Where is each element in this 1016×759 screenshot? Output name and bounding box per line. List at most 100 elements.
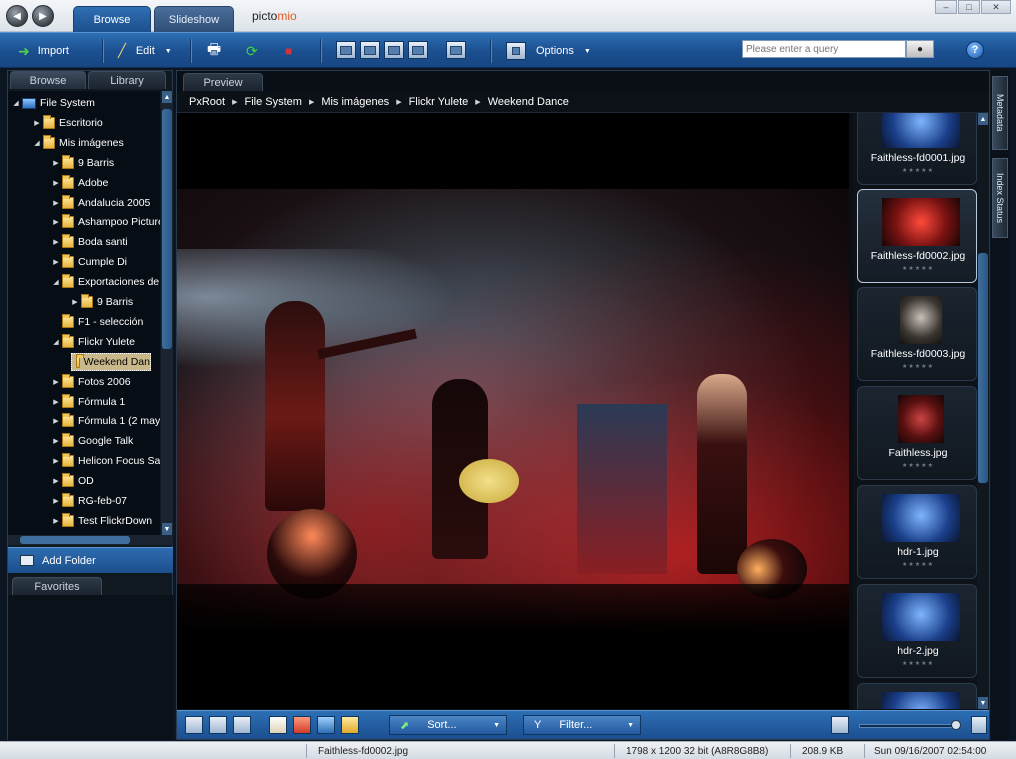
breadcrumb-item[interactable]: Mis imágenes (321, 96, 389, 108)
tree-item[interactable]: ▶ Test FlickrDown (52, 512, 152, 530)
tree-horizontal-scrollbar[interactable] (8, 535, 173, 545)
brush-icon[interactable] (317, 716, 335, 734)
expanded-arrow-icon[interactable]: ◢ (52, 338, 60, 346)
tree-item[interactable]: ▶ Google Talk (52, 432, 133, 450)
filter-dropdown[interactable]: Y Filter... ▼ (523, 715, 641, 735)
collapsed-arrow-icon[interactable]: ▶ (52, 238, 60, 246)
tree-item[interactable]: ▶ RG-feb-07 (52, 492, 127, 510)
tab-favorites[interactable]: Favorites (12, 577, 102, 595)
tab-browse[interactable]: Browse (73, 6, 151, 32)
person-tag-icon[interactable] (293, 716, 311, 734)
collapsed-arrow-icon[interactable]: ▶ (52, 199, 60, 207)
collapsed-arrow-icon[interactable]: ▶ (52, 218, 60, 226)
thumbnail-card[interactable]: hdr-2.jpg ★★★★★ (857, 584, 977, 678)
tree-item[interactable]: ▶ Escritorio (33, 114, 103, 132)
collapsed-arrow-icon[interactable]: ▶ (52, 517, 60, 525)
breadcrumb-item[interactable]: Weekend Dance (488, 96, 569, 108)
breadcrumb-item[interactable]: File System (244, 96, 301, 108)
help-icon[interactable]: ? (966, 41, 984, 59)
zoom-slider-handle[interactable] (951, 720, 961, 730)
tree-item[interactable]: ▶ Andalucia 2005 (52, 194, 150, 212)
maximize-button[interactable]: □ (958, 0, 980, 14)
collapsed-arrow-icon[interactable]: ▶ (52, 477, 60, 485)
collapsed-arrow-icon[interactable]: ▶ (52, 258, 60, 266)
collapsed-arrow-icon[interactable]: ▶ (52, 398, 60, 406)
thumbnail-card[interactable]: Faithless-fd0002.jpg ★★★★★ (857, 189, 977, 283)
photo-viewer[interactable] (177, 113, 849, 709)
tree-item[interactable]: ▶ Cumple Di (52, 253, 127, 271)
collapsed-arrow-icon[interactable]: ▶ (52, 457, 60, 465)
search-input[interactable] (742, 40, 906, 58)
collapsed-arrow-icon[interactable]: ▶ (52, 378, 60, 386)
forward-icon[interactable]: ▶ (32, 5, 54, 27)
tree-item[interactable]: ◢ File System (12, 94, 95, 112)
tree-item[interactable]: ◢ Flickr Yulete (52, 333, 135, 351)
view-large-icon[interactable] (233, 716, 251, 734)
import-button[interactable]: ➜ Import (18, 39, 69, 63)
tree-item[interactable]: ▶ Helicon Focus Sa (52, 452, 160, 470)
tab-browse-panel[interactable]: Browse (10, 71, 86, 89)
thumbnail-card[interactable]: Faithless-fd0003.jpg ★★★★★ (857, 287, 977, 381)
thumbnail-card[interactable]: Faithless.jpg ★★★★★ (857, 386, 977, 480)
view-filmstrip-icon[interactable] (408, 41, 428, 59)
tree-item[interactable]: ▶ Ashampoo Picture (52, 213, 160, 231)
tree-item[interactable]: ▶ Fotos 2006 (52, 373, 131, 391)
rating-stars-icon[interactable]: ★★★★★ (858, 462, 977, 469)
collapsed-arrow-icon[interactable]: ▶ (52, 497, 60, 505)
tree-scrollbar[interactable]: ▲ ▼ (161, 91, 173, 535)
close-button[interactable]: ✕ (981, 0, 1011, 14)
filmstrip-scrollbar[interactable]: ▲ ▼ (977, 113, 989, 709)
view-medium-icon[interactable] (209, 716, 227, 734)
minimize-button[interactable]: – (935, 0, 957, 14)
add-folder-button[interactable]: Add Folder (8, 547, 173, 573)
crop-icon[interactable] (341, 716, 359, 734)
tab-preview[interactable]: Preview (183, 73, 263, 91)
thumbnail-card[interactable]: hdr-1.jpg ★★★★★ (857, 485, 977, 579)
breadcrumb-item[interactable]: PxRoot (189, 96, 225, 108)
collapsed-arrow-icon[interactable]: ▶ (52, 179, 60, 187)
tree-item[interactable]: ▶ Adobe (52, 174, 108, 192)
tree-item[interactable]: F1 - selección (52, 313, 143, 331)
rating-stars-icon[interactable]: ★★★★★ (858, 363, 977, 370)
collapsed-arrow-icon[interactable]: ▶ (71, 298, 79, 306)
rating-stars-icon[interactable]: ★★★★★ (858, 167, 977, 174)
tab-metadata[interactable]: Metadata (992, 76, 1008, 150)
print-icon[interactable]: 🖶 (207, 39, 221, 63)
thumbnail-card[interactable]: Faithless-fd0001.jpg ★★★★★ (857, 113, 977, 185)
back-icon[interactable]: ◀ (6, 5, 28, 27)
expanded-arrow-icon[interactable]: ◢ (12, 99, 20, 107)
tree-item[interactable]: ▶ Fórmula 1 (2 may (52, 412, 160, 430)
tree-item[interactable]: ◢ Mis imágenes (33, 134, 124, 152)
rating-stars-icon[interactable]: ★★★★★ (858, 265, 977, 272)
tree-item[interactable]: ▶ Boda santi (52, 233, 128, 251)
collapsed-arrow-icon[interactable]: ▶ (33, 119, 41, 127)
fullscreen-icon[interactable] (446, 41, 466, 59)
zoom-slider[interactable] (859, 724, 959, 728)
rotate-icon[interactable]: ⟳ (246, 39, 258, 63)
zoom-out-icon[interactable] (831, 716, 849, 734)
edit-button[interactable]: ╱ Edit ▼ (118, 39, 172, 63)
delete-icon[interactable]: ■ (285, 39, 292, 63)
thumbnail-card[interactable] (857, 683, 977, 709)
tab-index-status[interactable]: Index Status (992, 158, 1008, 238)
tree-item[interactable]: ▶ 9 Barris (71, 293, 133, 311)
tree-item[interactable]: ◢ Exportaciones de (52, 273, 159, 291)
hand-icon[interactable] (269, 716, 287, 734)
rating-stars-icon[interactable]: ★★★★★ (858, 660, 977, 667)
tab-slideshow[interactable]: Slideshow (154, 6, 234, 32)
view-single-icon[interactable] (384, 41, 404, 59)
collapsed-arrow-icon[interactable]: ▶ (52, 417, 60, 425)
tree-item[interactable]: ▶ 9 Barris (52, 154, 114, 172)
search-button[interactable]: ● (906, 40, 934, 58)
view-preview-icon[interactable] (360, 41, 380, 59)
expanded-arrow-icon[interactable]: ◢ (33, 139, 41, 147)
collapsed-arrow-icon[interactable]: ▶ (52, 437, 60, 445)
sort-dropdown[interactable]: ⬈ Sort... ▼ (389, 715, 507, 735)
rating-stars-icon[interactable]: ★★★★★ (858, 561, 977, 568)
view-small-icon[interactable] (185, 716, 203, 734)
collapsed-arrow-icon[interactable]: ▶ (52, 159, 60, 167)
view-grid-icon[interactable] (336, 41, 356, 59)
tab-library[interactable]: Library (88, 71, 166, 89)
zoom-in-icon[interactable] (971, 716, 987, 734)
breadcrumb-item[interactable]: Flickr Yulete (409, 96, 469, 108)
